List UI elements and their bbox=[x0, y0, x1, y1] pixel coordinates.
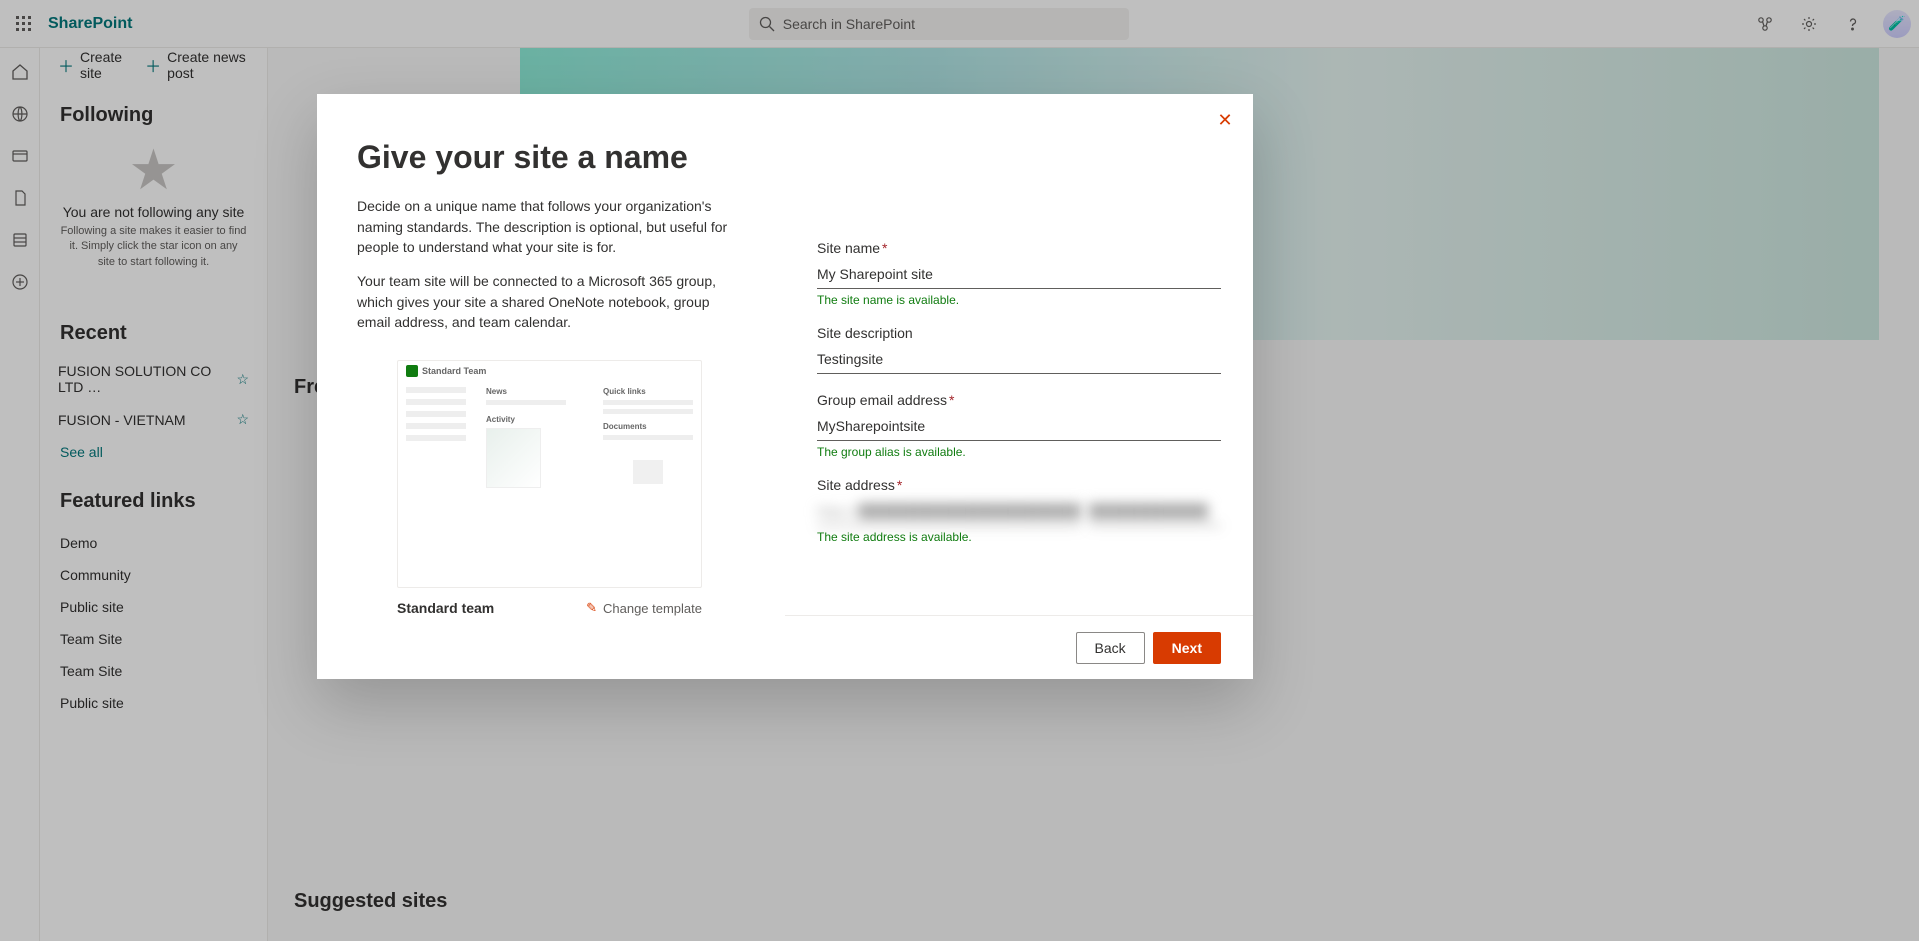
modal-description-1: Decide on a unique name that follows you… bbox=[357, 196, 745, 257]
site-address-validation: The site address is available. bbox=[817, 530, 1221, 544]
group-email-input[interactable] bbox=[817, 414, 1221, 441]
pencil-icon: ✎ bbox=[586, 600, 597, 616]
create-site-modal: Give your site a name Decide on a unique… bbox=[317, 94, 1253, 679]
site-name-input[interactable] bbox=[817, 262, 1221, 289]
site-address-prefix bbox=[817, 499, 1081, 526]
site-address-label: Site address* bbox=[817, 477, 1221, 493]
back-button[interactable]: Back bbox=[1076, 632, 1145, 664]
template-name-label: Standard team bbox=[397, 600, 494, 616]
modal-title: Give your site a name bbox=[357, 138, 745, 176]
site-description-label: Site description bbox=[817, 325, 1221, 341]
site-name-validation: The site name is available. bbox=[817, 293, 1221, 307]
modal-footer: Back Next bbox=[785, 615, 1253, 679]
site-name-label: Site name* bbox=[817, 240, 1221, 256]
group-email-label: Group email address* bbox=[817, 392, 1221, 408]
next-button[interactable]: Next bbox=[1153, 632, 1221, 664]
change-template-link[interactable]: ✎ Change template bbox=[586, 600, 702, 616]
modal-description-2: Your team site will be connected to a Mi… bbox=[357, 271, 745, 332]
group-email-validation: The group alias is available. bbox=[817, 445, 1221, 459]
change-template-label: Change template bbox=[603, 601, 702, 616]
site-description-input[interactable] bbox=[817, 347, 1221, 374]
template-preview: Standard Team News Activity Quick links bbox=[397, 360, 702, 588]
site-address-input[interactable] bbox=[1089, 499, 1221, 526]
close-icon[interactable]: ✕ bbox=[1211, 106, 1239, 134]
